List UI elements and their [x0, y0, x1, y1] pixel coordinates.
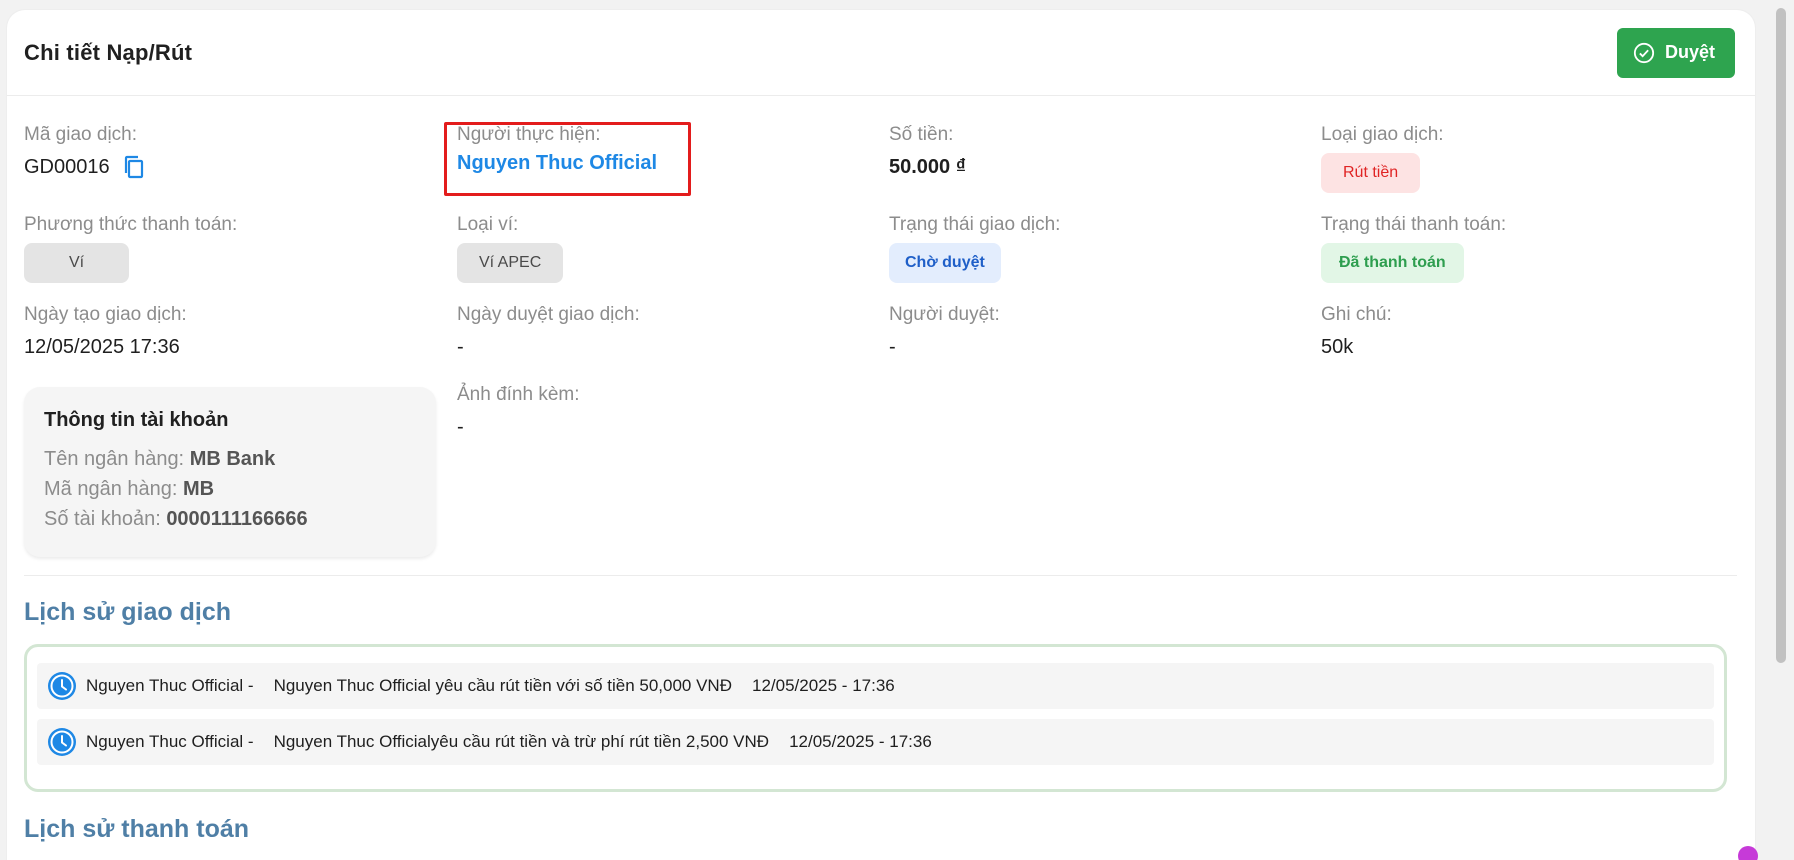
value-note: 50k: [1321, 336, 1354, 358]
account-number-label: Số tài khoản:: [44, 508, 161, 530]
transaction-type-badge: Rút tiền: [1321, 153, 1421, 193]
bank-name-label: Tên ngân hàng:: [44, 448, 185, 470]
transaction-detail-card: Chi tiết Nạp/Rút Duyệt Mã giao dịch: GD0…: [7, 10, 1755, 860]
bank-name-line: Tên ngân hàng: MB Bank: [44, 444, 416, 474]
history-item: Nguyen Thuc Official - Nguyen Thuc Offic…: [37, 719, 1714, 765]
label-approver: Người duyệt:: [889, 304, 1000, 325]
check-circle-icon: [1633, 42, 1655, 63]
payment-status-badge: Đã thanh toán: [1321, 243, 1464, 283]
wallet-type-badge: Ví APEC: [457, 243, 564, 283]
label-payment-status: Trạng thái thanh toán:: [1321, 214, 1507, 235]
value-created-at: 12/05/2025 17:36: [24, 336, 180, 358]
label-note: Ghi chú:: [1321, 304, 1392, 325]
page-title: Chi tiết Nạp/Rút: [24, 39, 193, 65]
history-message: Nguyen Thuc Officialyêu cầu rút tiền và …: [273, 732, 770, 751]
label-created-at: Ngày tạo giao dịch:: [24, 304, 187, 325]
copy-icon[interactable]: [122, 154, 146, 180]
field-approved-at: Ngày duyệt giao dịch: -: [457, 303, 640, 361]
label-payment-method: Phương thức thanh toán:: [24, 214, 238, 235]
history-actor: Nguyen Thuc Official -: [86, 732, 254, 751]
history-actor: Nguyen Thuc Official -: [86, 676, 254, 695]
field-payment-status: Trạng thái thanh toán: Đã thanh toán: [1321, 213, 1506, 283]
field-wallet-type: Loại ví: Ví APEC: [457, 213, 564, 283]
history-time: 12/05/2025 - 17:36: [789, 732, 932, 751]
field-note: Ghi chú: 50k: [1321, 303, 1392, 361]
value-transaction-code: GD00016: [24, 156, 110, 178]
bank-code-line: Mã ngân hàng: MB: [44, 474, 416, 504]
label-attachment: Ảnh đính kèm:: [457, 384, 580, 405]
top-breadcrumb-fragment: [24, 0, 384, 8]
history-item: Nguyen Thuc Official - Nguyen Thuc Offic…: [37, 663, 1714, 709]
field-transaction-status: Trạng thái giao dịch: Chờ duyệt: [889, 213, 1060, 283]
bank-code-value: MB: [183, 478, 215, 500]
label-transaction-status: Trạng thái giao dịch:: [889, 214, 1061, 235]
label-transaction-type: Loại giao dịch:: [1321, 124, 1444, 145]
page-scrollbar[interactable]: [1776, 0, 1788, 860]
account-info-title: Thông tin tài khoản: [44, 409, 229, 431]
section-divider: [24, 575, 1737, 576]
payment-history-title: Lịch sử thanh toán: [24, 815, 250, 843]
scrollbar-thumb[interactable]: [1776, 8, 1786, 663]
transaction-history-title: Lịch sử giao dịch: [24, 598, 232, 626]
card-header: Chi tiết Nạp/Rút Duyệt: [7, 10, 1755, 96]
clock-icon: [48, 672, 76, 700]
payment-method-badge: Ví: [24, 243, 129, 283]
value-amount: 50.000 ₫: [889, 156, 966, 178]
account-number-value: 0000111166666: [166, 508, 308, 530]
bank-name-value: MB Bank: [189, 448, 276, 470]
transaction-history-list: Nguyen Thuc Official - Nguyen Thuc Offic…: [24, 644, 1727, 792]
app-logo-icon: [1738, 846, 1758, 860]
label-wallet-type: Loại ví:: [457, 214, 519, 235]
bank-code-label: Mã ngân hàng:: [44, 478, 178, 500]
history-message: Nguyen Thuc Official yêu cầu rút tiền vớ…: [273, 676, 732, 695]
field-attachment: Ảnh đính kèm: -: [457, 383, 580, 441]
value-approved-at: -: [457, 336, 464, 358]
field-transaction-type: Loại giao dịch: Rút tiền: [1321, 123, 1444, 193]
field-payment-method: Phương thức thanh toán: Ví: [24, 213, 237, 283]
label-transaction-code: Mã giao dịch:: [24, 124, 138, 145]
label-amount: Số tiền:: [889, 124, 954, 145]
history-time: 12/05/2025 - 17:36: [752, 676, 895, 695]
field-transaction-code: Mã giao dịch: GD00016: [24, 123, 146, 181]
transaction-status-badge: Chờ duyệt: [889, 243, 1001, 283]
account-info-box: Thông tin tài khoản Tên ngân hàng: MB Ba…: [24, 387, 436, 557]
value-approver: -: [889, 336, 896, 358]
approve-button[interactable]: Duyệt: [1616, 27, 1735, 78]
account-number-line: Số tài khoản: 0000111166666: [44, 504, 416, 534]
field-created-at: Ngày tạo giao dịch: 12/05/2025 17:36: [24, 303, 187, 361]
field-amount: Số tiền: 50.000 ₫: [889, 123, 966, 181]
value-attachment: -: [457, 416, 464, 438]
performer-highlight-box: [444, 122, 691, 196]
clock-icon: [48, 728, 76, 756]
approve-label: Duyệt: [1664, 42, 1715, 62]
field-approver: Người duyệt: -: [889, 303, 1000, 361]
label-approved-at: Ngày duyệt giao dịch:: [457, 304, 640, 325]
